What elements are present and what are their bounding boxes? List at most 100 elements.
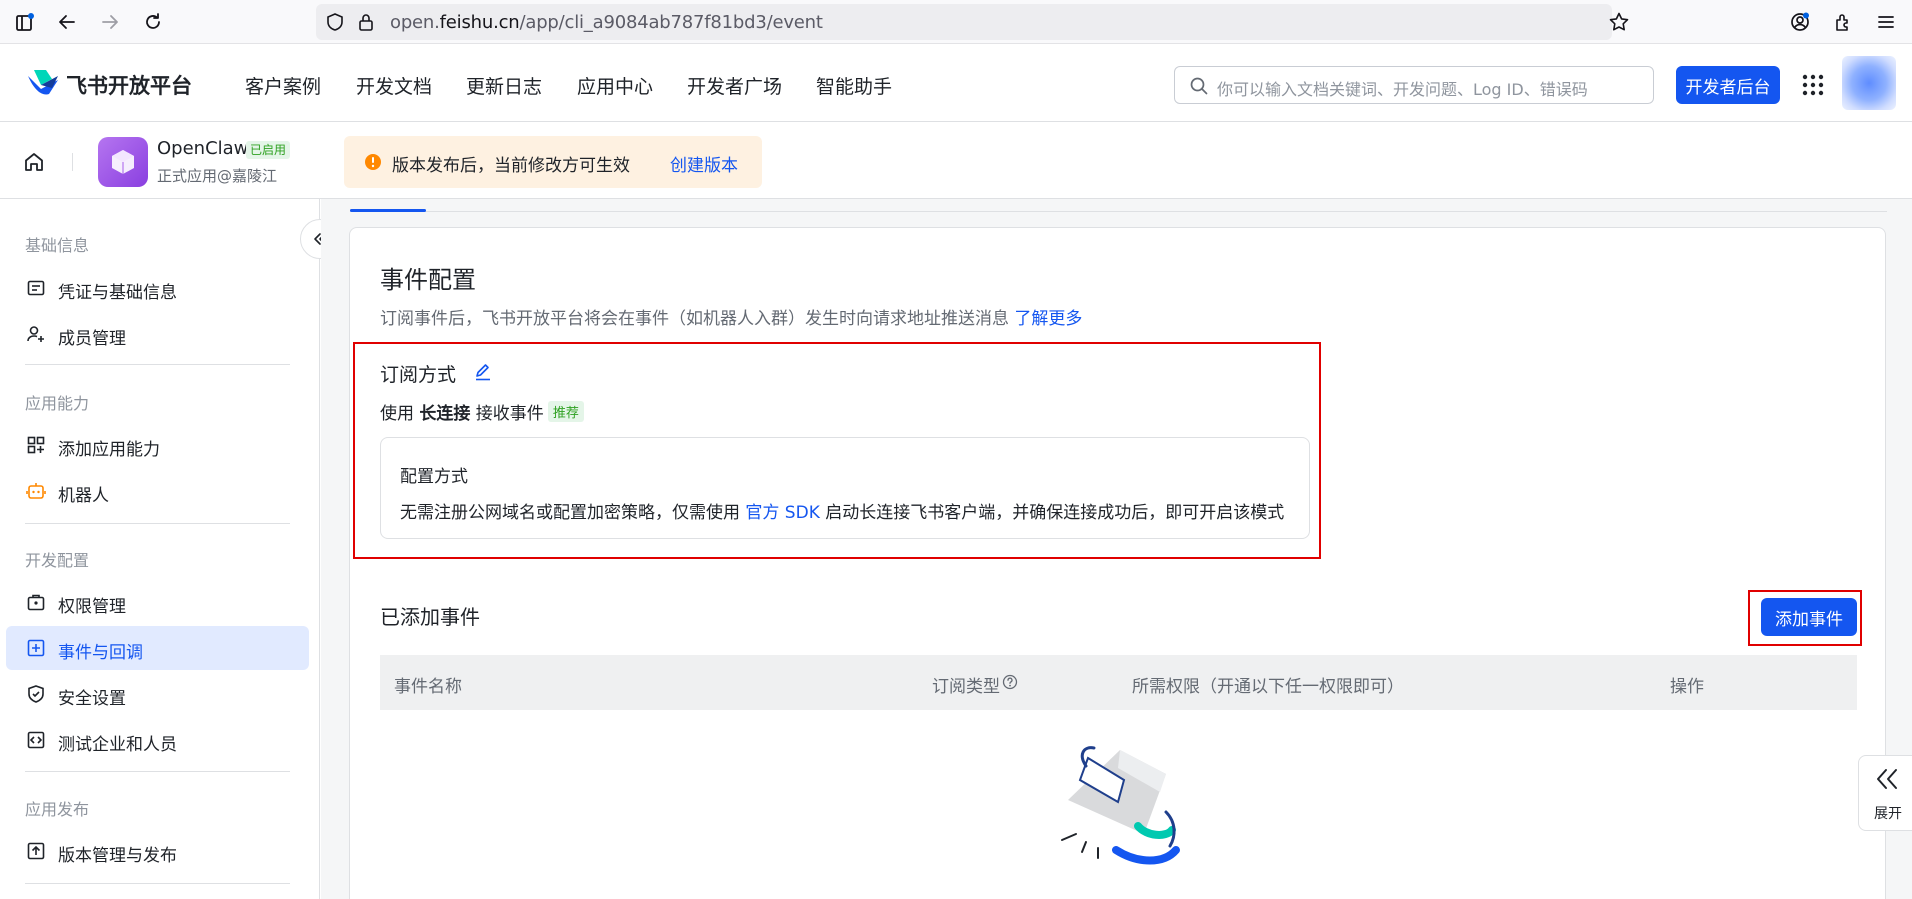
sidebar-item-label: 版本管理与发布 <box>58 846 177 866</box>
sidebar-item-label: 事件与回调 <box>58 643 143 663</box>
address-bar[interactable]: open.feishu.cn/app/cli_a9084ab787f81bd3/… <box>316 4 1629 40</box>
extensions-icon[interactable] <box>1830 9 1856 35</box>
sidebar-item-label: 安全设置 <box>58 689 126 709</box>
nav-ai-assistant[interactable]: 智能助手 <box>816 72 892 99</box>
user-avatar[interactable] <box>1842 56 1896 110</box>
expand-panel-button[interactable]: 展开 <box>1858 755 1912 831</box>
bookmark-star-icon[interactable] <box>1608 11 1630 33</box>
nav-customer-cases[interactable]: 客户案例 <box>245 72 321 99</box>
config-method-title: 配置方式 <box>400 467 468 487</box>
sidebar-item-members[interactable]: 成员管理 <box>6 312 309 356</box>
back-icon[interactable] <box>54 9 80 35</box>
developer-console-button[interactable]: 开发者后台 <box>1676 66 1780 104</box>
tracking-shield-icon[interactable] <box>325 12 345 32</box>
added-events-title: 已添加事件 <box>380 605 480 629</box>
sidebar-divider <box>25 771 290 772</box>
app-cube-icon <box>98 137 148 187</box>
add-event-button[interactable]: 添加事件 <box>1761 598 1857 636</box>
sidebar: 基础信息 凭证与基础信息 成员管理 应用能力 添加应用能力 机器人 开发配置 权… <box>0 199 320 899</box>
official-sdk-link[interactable]: 官方 SDK <box>745 503 819 523</box>
config-method-box: 配置方式 无需注册公网域名或配置加密策略，仅需使用 官方 SDK 启动长连接飞书… <box>380 437 1310 539</box>
recommend-badge: 推荐 <box>547 401 584 422</box>
nav-dev-square[interactable]: 开发者广场 <box>687 72 782 99</box>
sidebar-item-security[interactable]: 安全设置 <box>6 672 309 716</box>
notice-text: 版本发布后，当前修改方可生效 <box>392 156 630 176</box>
sidebar-toggle-icon[interactable] <box>12 9 38 35</box>
nav-app-center[interactable]: 应用中心 <box>577 72 653 99</box>
forward-icon[interactable] <box>97 9 123 35</box>
events-table-header: 事件名称 订阅类型 所需权限（开通以下任一权限即可） 操作 <box>380 655 1857 710</box>
search-input[interactable]: 你可以输入文档关键词、开发问题、Log ID、错误码 <box>1174 66 1654 104</box>
help-circle-icon[interactable] <box>1002 674 1018 690</box>
sidebar-divider <box>25 523 290 524</box>
credential-icon <box>26 278 46 298</box>
sidebar-group-capabilities: 应用能力 <box>25 394 90 413</box>
warning-icon <box>364 153 382 171</box>
create-version-link[interactable]: 创建版本 <box>670 151 738 176</box>
sidebar-item-credentials[interactable]: 凭证与基础信息 <box>6 266 309 310</box>
sidebar-item-label: 机器人 <box>58 486 109 506</box>
tab-baseline <box>350 211 1887 212</box>
sidebar-item-versions[interactable]: 版本管理与发布 <box>6 829 309 873</box>
test-icon <box>26 730 46 750</box>
column-required-permissions: 所需权限（开通以下任一权限即可） <box>1132 677 1404 697</box>
app-name: OpenClaw <box>157 138 249 159</box>
menu-icon[interactable] <box>1873 9 1899 35</box>
account-icon[interactable] <box>1787 9 1813 35</box>
version-notice: 版本发布后，当前修改方可生效 创建版本 <box>344 136 762 188</box>
browser-toolbar: open.feishu.cn/app/cli_a9084ab787f81bd3/… <box>0 0 1912 44</box>
robot-icon <box>26 481 46 501</box>
sidebar-group-publish: 应用发布 <box>25 800 90 819</box>
expand-label: 展开 <box>1874 806 1902 822</box>
subscription-method-title: 订阅方式 <box>380 364 457 386</box>
header-divider <box>72 153 73 171</box>
empty-state-icon <box>1048 740 1198 880</box>
lock-icon[interactable] <box>356 12 376 32</box>
sidebar-group-dev-config: 开发配置 <box>25 551 90 570</box>
column-actions: 操作 <box>1670 677 1704 697</box>
edit-icon[interactable] <box>473 362 493 382</box>
sidebar-item-permissions[interactable]: 权限管理 <box>6 580 309 624</box>
apps-grid-icon[interactable] <box>1801 73 1825 97</box>
config-method-desc: 无需注册公网域名或配置加密策略，仅需使用 官方 SDK 启动长连接飞书客户端，并… <box>400 503 1285 523</box>
permission-icon <box>26 592 46 612</box>
sidebar-item-label: 添加应用能力 <box>58 440 160 460</box>
shield-icon <box>26 684 46 704</box>
sidebar-item-test-users[interactable]: 测试企业和人员 <box>6 718 309 762</box>
page-title: 事件配置 <box>380 266 476 294</box>
column-subscription-type: 订阅类型 <box>932 677 1000 697</box>
app-subtitle: 正式应用@嘉陵江 <box>157 167 278 185</box>
sidebar-item-robot[interactable]: 机器人 <box>6 469 309 513</box>
sidebar-divider <box>25 883 290 884</box>
reload-icon[interactable] <box>140 9 166 35</box>
sidebar-item-label: 测试企业和人员 <box>58 735 177 755</box>
app-status-badge: 已启用 <box>246 141 291 159</box>
sidebar-item-events[interactable]: 事件与回调 <box>6 626 309 670</box>
sidebar-item-add-capability[interactable]: 添加应用能力 <box>6 423 309 467</box>
feishu-logo-icon[interactable] <box>26 68 60 98</box>
nav-dev-docs[interactable]: 开发文档 <box>356 72 432 99</box>
sidebar-group-basic: 基础信息 <box>25 236 90 255</box>
site-header: 飞书开放平台 客户案例 开发文档 更新日志 应用中心 开发者广场 智能助手 你可… <box>0 44 1912 122</box>
add-capability-icon <box>26 435 46 455</box>
subscription-method-value: 使用 长连接 接收事件 推荐 <box>380 399 584 424</box>
nav-changelog[interactable]: 更新日志 <box>466 72 542 99</box>
page-description: 订阅事件后，飞书开放平台将会在事件（如机器人入群）发生时向请求地址推送消息 了解… <box>380 309 1083 329</box>
url-text[interactable]: open.feishu.cn/app/cli_a9084ab787f81bd3/… <box>390 12 823 33</box>
active-tab-indicator <box>350 209 426 212</box>
search-icon <box>1189 76 1209 96</box>
search-placeholder: 你可以输入文档关键词、开发问题、Log ID、错误码 <box>1217 80 1588 99</box>
sidebar-item-label: 权限管理 <box>58 597 126 617</box>
learn-more-link[interactable]: 了解更多 <box>1014 309 1082 329</box>
sidebar-divider <box>25 364 290 365</box>
sidebar-item-label: 成员管理 <box>58 329 126 349</box>
event-icon <box>26 638 46 658</box>
app-header: OpenClaw 已启用 正式应用@嘉陵江 版本发布后，当前修改方可生效 创建版… <box>0 122 1912 199</box>
home-icon[interactable] <box>22 150 46 174</box>
sidebar-item-label: 凭证与基础信息 <box>58 283 177 303</box>
member-icon <box>26 324 46 344</box>
double-chevron-left-icon <box>1874 766 1900 792</box>
publish-icon <box>26 841 46 861</box>
column-event-name: 事件名称 <box>394 677 462 697</box>
site-logo-text[interactable]: 飞书开放平台 <box>66 70 192 100</box>
